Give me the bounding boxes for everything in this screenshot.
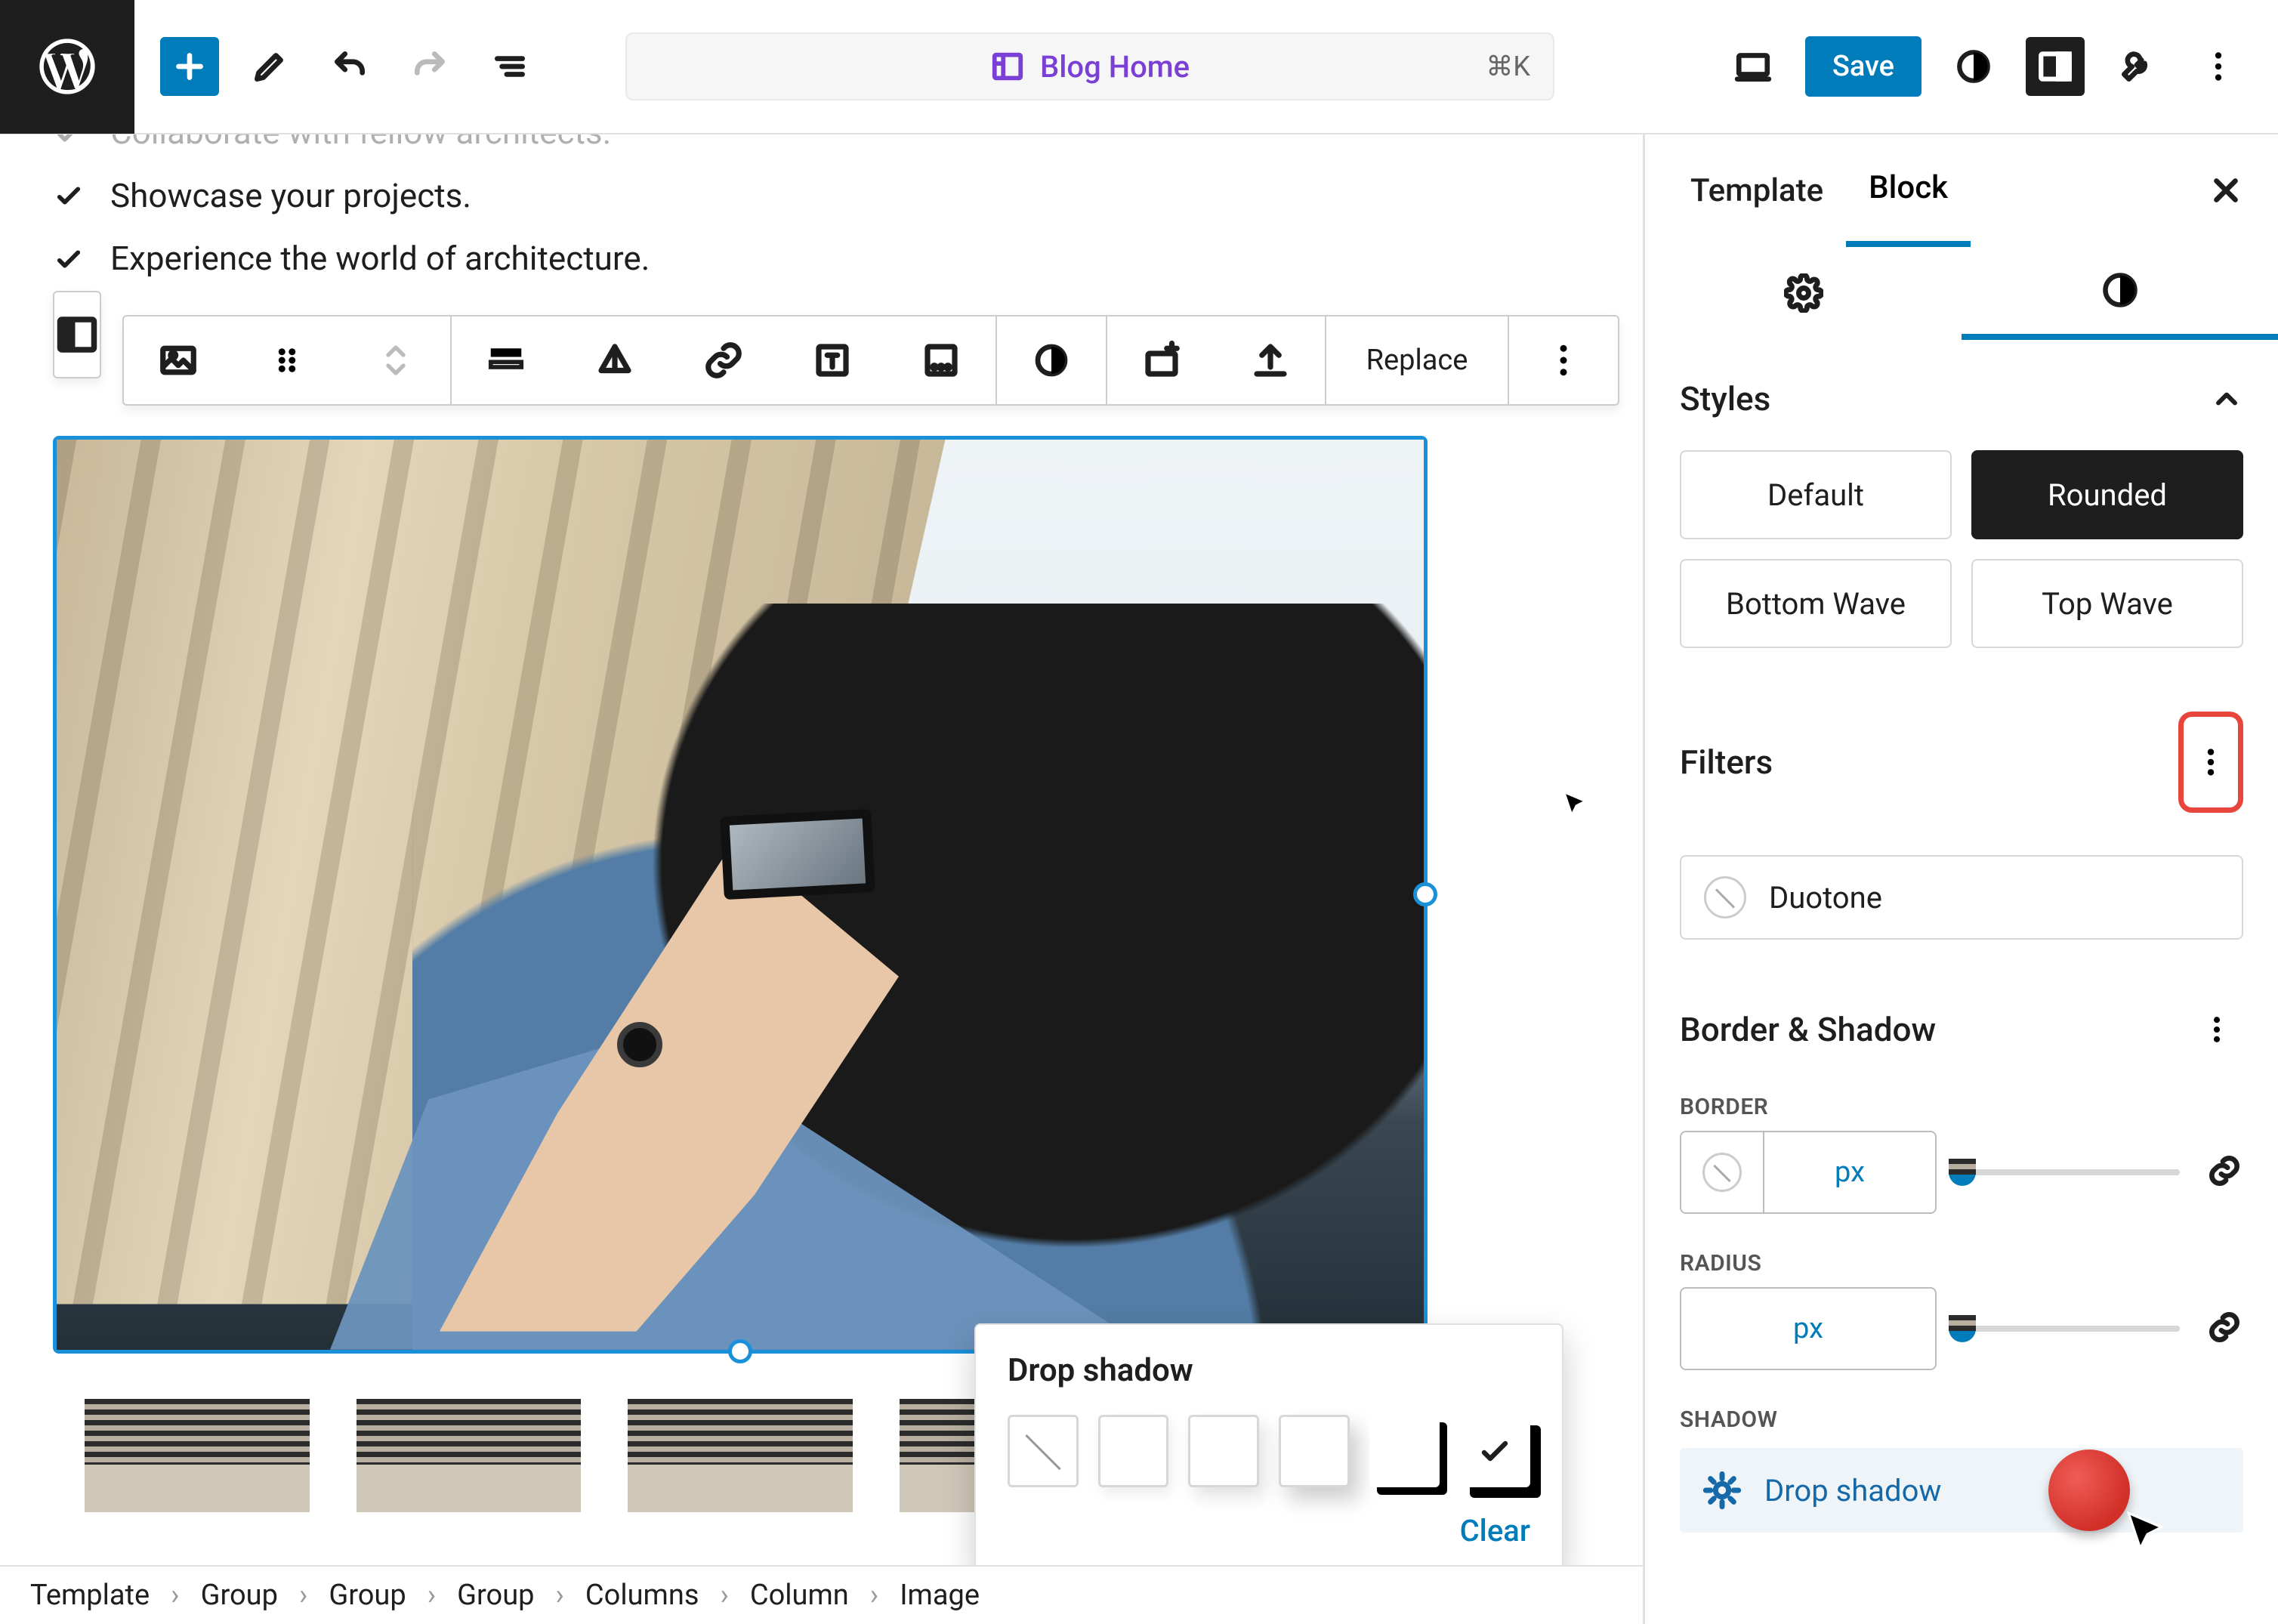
border-label: BORDER — [1680, 1094, 2243, 1120]
tab-settings[interactable] — [1645, 246, 1962, 340]
window-thumb — [85, 1399, 310, 1512]
undo-button[interactable] — [320, 37, 379, 96]
shadow-preset-3[interactable] — [1279, 1415, 1350, 1487]
duotone-swatch-icon — [1704, 876, 1746, 919]
list-item[interactable]: Collaborate with fellow architects. — [110, 134, 611, 165]
view-desktop-button[interactable] — [1724, 37, 1783, 96]
breadcrumb-item[interactable]: Columns — [585, 1579, 699, 1612]
drop-shadow-popover: Drop shadow Clear — [974, 1323, 1563, 1565]
unlink-sides-toggle[interactable] — [2205, 1308, 2243, 1349]
document-title: Blog Home — [1040, 49, 1190, 85]
border-shadow-more-button[interactable] — [2190, 1003, 2243, 1056]
cursor-icon — [1563, 792, 1588, 816]
move-up-down-button[interactable] — [341, 316, 450, 404]
close-sidebar-button[interactable] — [2196, 161, 2255, 220]
parent-block-button[interactable] — [53, 291, 101, 378]
caption-button[interactable] — [887, 316, 995, 404]
redo-button[interactable] — [400, 37, 459, 96]
breadcrumb-item[interactable]: Group — [329, 1579, 406, 1612]
breadcrumb-item[interactable]: Column — [750, 1579, 849, 1612]
text-overlay-button[interactable] — [778, 316, 887, 404]
border-color-button[interactable] — [1681, 1132, 1764, 1212]
shadow-preset-4[interactable] — [1369, 1415, 1440, 1487]
drag-handle[interactable] — [233, 316, 341, 404]
border-width-slider[interactable] — [1962, 1169, 2180, 1175]
options-button[interactable] — [2189, 37, 2248, 96]
shadow-none[interactable] — [1008, 1415, 1079, 1487]
breadcrumb-item[interactable]: Group — [201, 1579, 278, 1612]
selected-image-block[interactable] — [53, 436, 1428, 1354]
check-icon — [53, 243, 85, 275]
edit-mode-button[interactable] — [240, 37, 299, 96]
duotone-label: Duotone — [1769, 880, 1882, 915]
block-toolbar: Replace — [122, 315, 1619, 406]
insert-before-after-button[interactable] — [1107, 316, 1216, 404]
check-icon — [1459, 1415, 1530, 1487]
chevron-up-icon[interactable] — [2210, 382, 2243, 415]
radius-unit: px — [1793, 1312, 1823, 1345]
shadow-preset-5[interactable] — [1459, 1415, 1530, 1487]
drop-shadow-button[interactable]: Drop shadow — [1680, 1448, 2243, 1533]
breadcrumb: Template› Group› Group› Group› Columns› … — [0, 1565, 1643, 1624]
checklist: Collaborate with fellow architects. Show… — [53, 134, 1613, 291]
sun-icon — [1702, 1471, 1742, 1510]
window-thumb — [628, 1399, 853, 1512]
command-bar[interactable]: Blog Home ⌘K — [625, 32, 1554, 100]
check-icon — [53, 180, 85, 211]
styles-section-title: Styles — [1680, 379, 1770, 418]
annotation-dot — [2048, 1450, 2130, 1531]
resize-handle-right[interactable] — [1413, 882, 1437, 906]
list-item[interactable]: Showcase your projects. — [110, 165, 471, 228]
tools-button[interactable] — [2107, 37, 2166, 96]
save-button[interactable]: Save — [1805, 36, 1921, 97]
block-more-button[interactable] — [1509, 316, 1618, 404]
global-styles-button[interactable] — [1944, 37, 2003, 96]
breadcrumb-item[interactable]: Image — [900, 1579, 980, 1612]
filters-more-highlighted[interactable] — [2178, 712, 2243, 813]
command-shortcut: ⌘K — [1486, 51, 1530, 82]
duotone-button[interactable] — [997, 316, 1106, 404]
border-unit[interactable]: px — [1764, 1132, 1935, 1212]
shadow-preset-1[interactable] — [1098, 1415, 1169, 1487]
tab-block[interactable]: Block — [1846, 134, 1971, 247]
link-sides-toggle[interactable] — [2205, 1152, 2243, 1193]
shadow-preset-2[interactable] — [1188, 1415, 1259, 1487]
style-top-wave[interactable]: Top Wave — [1971, 559, 2243, 648]
change-alignment-button[interactable] — [560, 316, 669, 404]
border-input[interactable]: px — [1680, 1131, 1937, 1214]
style-default[interactable]: Default — [1680, 450, 1952, 539]
clear-button[interactable]: Clear — [1460, 1513, 1530, 1548]
tab-styles[interactable] — [1962, 246, 2278, 340]
upload-button[interactable] — [1216, 316, 1325, 404]
cursor-icon — [2124, 1508, 2171, 1555]
duotone-button[interactable]: Duotone — [1680, 855, 2243, 940]
shadow-button-label: Drop shadow — [1764, 1473, 1941, 1508]
radius-slider[interactable] — [1962, 1326, 2180, 1332]
popover-title: Drop shadow — [1008, 1352, 1530, 1389]
breadcrumb-item[interactable]: Template — [30, 1579, 150, 1612]
block-type-image-button[interactable] — [124, 316, 233, 404]
breadcrumb-item[interactable]: Group — [457, 1579, 534, 1612]
resize-handle-bottom[interactable] — [728, 1339, 752, 1363]
radius-input[interactable]: px — [1680, 1287, 1937, 1370]
settings-sidebar-toggle[interactable] — [2026, 37, 2085, 96]
add-block-button[interactable] — [160, 37, 219, 96]
border-shadow-section-title: Border & Shadow — [1680, 1010, 1936, 1049]
radius-label: RADIUS — [1680, 1250, 2243, 1277]
filters-section-title: Filters — [1680, 743, 1773, 782]
list-item[interactable]: Experience the world of architecture. — [110, 227, 650, 291]
style-rounded[interactable]: Rounded — [1971, 450, 2243, 539]
check-icon — [53, 134, 85, 149]
window-thumb — [357, 1399, 582, 1512]
style-bottom-wave[interactable]: Bottom Wave — [1680, 559, 1952, 648]
list-view-button[interactable] — [480, 37, 539, 96]
link-button[interactable] — [669, 316, 778, 404]
replace-button[interactable]: Replace — [1326, 316, 1508, 404]
wordpress-logo[interactable] — [0, 0, 134, 134]
align-button[interactable] — [452, 316, 560, 404]
shadow-label: SHADOW — [1680, 1406, 2243, 1433]
tab-template[interactable]: Template — [1668, 137, 1846, 244]
